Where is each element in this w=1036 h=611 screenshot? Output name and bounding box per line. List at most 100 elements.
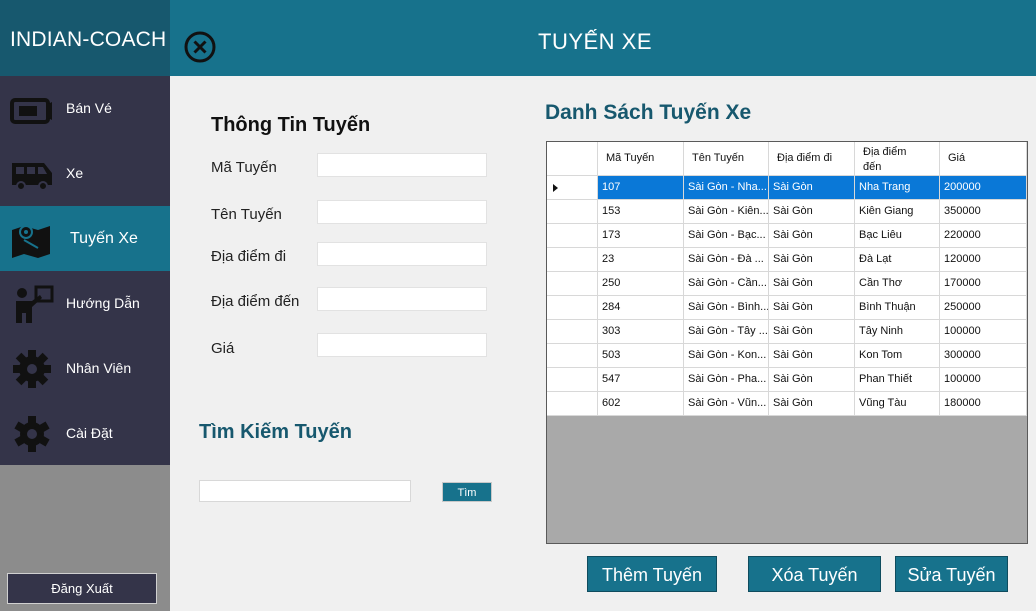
table-cell[interactable]: Sài Gòn - Kon... (684, 344, 769, 368)
table-cell[interactable]: Sài Gòn - Kiên... (684, 200, 769, 224)
table-cell[interactable]: 107 (598, 176, 684, 200)
table-cell[interactable]: 350000 (940, 200, 1027, 224)
table-cell[interactable]: 250000 (940, 296, 1027, 320)
brand-panel: INDIAN-COACH (0, 0, 170, 76)
edit-route-button[interactable]: Sửa Tuyến (895, 556, 1008, 592)
table-cell[interactable]: 100000 (940, 320, 1027, 344)
table-cell[interactable]: Sài Gòn (769, 368, 855, 392)
close-icon[interactable] (184, 31, 216, 63)
row-header[interactable] (547, 296, 598, 320)
table-cell[interactable]: Sài Gòn (769, 248, 855, 272)
sidebar-menu: Bán Vé Xe Tuyến Xe Hướng Dẫn Nhân Viên C… (0, 76, 170, 465)
column-header[interactable]: Tên Tuyến (684, 142, 769, 176)
table-cell[interactable]: 503 (598, 344, 684, 368)
table-cell[interactable]: Sài Gòn - Cần... (684, 272, 769, 296)
table-cell[interactable]: 153 (598, 200, 684, 224)
row-header[interactable] (547, 176, 598, 200)
table-cell[interactable]: Sài Gòn - Bình... (684, 296, 769, 320)
table-cell[interactable]: 200000 (940, 176, 1027, 200)
table-cell[interactable]: Phan Thiết (855, 368, 940, 392)
sidebar-item-cai-dat[interactable]: Cài Đặt (0, 401, 170, 466)
column-header[interactable]: Giá (940, 142, 1027, 176)
route-grid[interactable]: Mã Tuyến Tên Tuyến Địa điểm đi Địa điểm … (546, 141, 1028, 544)
table-row[interactable]: 23 Sài Gòn - Đà ... Sài Gòn Đà Lạt 120000 (547, 248, 1027, 272)
table-cell[interactable]: 250 (598, 272, 684, 296)
search-button[interactable]: Tìm (442, 482, 492, 502)
table-cell[interactable]: Bạc Liêu (855, 224, 940, 248)
table-cell[interactable]: Sài Gòn - Nha... (684, 176, 769, 200)
row-header[interactable] (547, 344, 598, 368)
table-cell[interactable]: 300000 (940, 344, 1027, 368)
table-cell[interactable]: Sài Gòn (769, 176, 855, 200)
table-cell[interactable]: 547 (598, 368, 684, 392)
table-cell[interactable]: 602 (598, 392, 684, 416)
sidebar-item-ban-ve[interactable]: Bán Vé (0, 76, 170, 141)
row-header-corner (547, 142, 598, 176)
table-cell[interactable]: Bình Thuận (855, 296, 940, 320)
table-cell[interactable]: 100000 (940, 368, 1027, 392)
row-header[interactable] (547, 320, 598, 344)
ticket-icon (10, 98, 52, 124)
route-name-label: Tên Tuyến (211, 206, 282, 223)
table-cell[interactable]: Vũng Tàu (855, 392, 940, 416)
row-header[interactable] (547, 272, 598, 296)
table-cell[interactable]: Sài Gòn (769, 296, 855, 320)
table-row[interactable]: 153 Sài Gòn - Kiên... Sài Gòn Kiên Giang 350… (547, 200, 1027, 224)
table-cell[interactable]: 120000 (940, 248, 1027, 272)
row-header[interactable] (547, 392, 598, 416)
table-row[interactable]: 547 Sài Gòn - Pha... Sài Gòn Phan Thiết 1000… (547, 368, 1027, 392)
table-cell[interactable]: Sài Gòn (769, 272, 855, 296)
table-cell[interactable]: 284 (598, 296, 684, 320)
departure-input[interactable] (317, 242, 487, 266)
table-cell[interactable]: Đà Lạt (855, 248, 940, 272)
table-cell[interactable]: Sài Gòn - Vũn... (684, 392, 769, 416)
table-cell[interactable]: 170000 (940, 272, 1027, 296)
row-header[interactable] (547, 368, 598, 392)
table-row[interactable]: 602 Sài Gòn - Vũn... Sài Gòn Vũng Tàu 180000 (547, 392, 1027, 416)
table-cell[interactable]: Kiên Giang (855, 200, 940, 224)
sidebar-item-huong-dan[interactable]: Hướng Dẫn (0, 271, 170, 336)
route-name-input[interactable] (317, 200, 487, 224)
table-cell[interactable]: 220000 (940, 224, 1027, 248)
table-cell[interactable]: 303 (598, 320, 684, 344)
table-cell[interactable]: 180000 (940, 392, 1027, 416)
table-cell[interactable]: 173 (598, 224, 684, 248)
table-cell[interactable]: Sài Gòn (769, 200, 855, 224)
destination-input[interactable] (317, 287, 487, 311)
table-cell[interactable]: Sài Gòn - Tây ... (684, 320, 769, 344)
column-header[interactable]: Mã Tuyến (598, 142, 684, 176)
column-header[interactable]: Địa điểm đi (769, 142, 855, 176)
table-cell[interactable]: Sài Gòn - Bạc... (684, 224, 769, 248)
search-input[interactable] (199, 480, 411, 502)
row-header[interactable] (547, 200, 598, 224)
table-row[interactable]: 173 Sài Gòn - Bạc... Sài Gòn Bạc Liêu 220000 (547, 224, 1027, 248)
column-header[interactable]: Địa điểm đến (855, 142, 940, 176)
sidebar: INDIAN-COACH Bán Vé Xe Tuyến Xe Hướng Dẫ… (0, 0, 170, 611)
table-row[interactable]: 107 Sài Gòn - Nha... Sài Gòn Nha Trang 20000… (547, 176, 1027, 200)
table-cell[interactable]: Cần Thơ (855, 272, 940, 296)
table-cell[interactable]: Sài Gòn (769, 392, 855, 416)
table-cell[interactable]: Kon Tom (855, 344, 940, 368)
table-cell[interactable]: Sài Gòn - Pha... (684, 368, 769, 392)
table-cell[interactable]: Tây Ninh (855, 320, 940, 344)
logout-button[interactable]: Đăng Xuất (7, 573, 157, 604)
sidebar-item-tuyen-xe[interactable]: Tuyến Xe (0, 206, 170, 271)
table-cell[interactable]: Nha Trang (855, 176, 940, 200)
table-cell[interactable]: Sài Gòn (769, 344, 855, 368)
table-cell[interactable]: Sài Gòn (769, 224, 855, 248)
table-row[interactable]: 250 Sài Gòn - Cần... Sài Gòn Cần Thơ 170000 (547, 272, 1027, 296)
route-code-input[interactable] (317, 153, 487, 177)
add-route-button[interactable]: Thêm Tuyến (587, 556, 717, 592)
table-cell[interactable]: 23 (598, 248, 684, 272)
delete-route-button[interactable]: Xóa Tuyến (748, 556, 881, 592)
table-cell[interactable]: Sài Gòn - Đà ... (684, 248, 769, 272)
table-row[interactable]: 503 Sài Gòn - Kon... Sài Gòn Kon Tom 300000 (547, 344, 1027, 368)
row-header[interactable] (547, 248, 598, 272)
table-row[interactable]: 303 Sài Gòn - Tây ... Sài Gòn Tây Ninh 10000… (547, 320, 1027, 344)
price-input[interactable] (317, 333, 487, 357)
row-header[interactable] (547, 224, 598, 248)
sidebar-item-nhan-vien[interactable]: Nhân Viên (0, 336, 170, 401)
table-row[interactable]: 284 Sài Gòn - Bình... Sài Gòn Bình Thuận 250… (547, 296, 1027, 320)
table-cell[interactable]: Sài Gòn (769, 320, 855, 344)
sidebar-item-xe[interactable]: Xe (0, 141, 170, 206)
